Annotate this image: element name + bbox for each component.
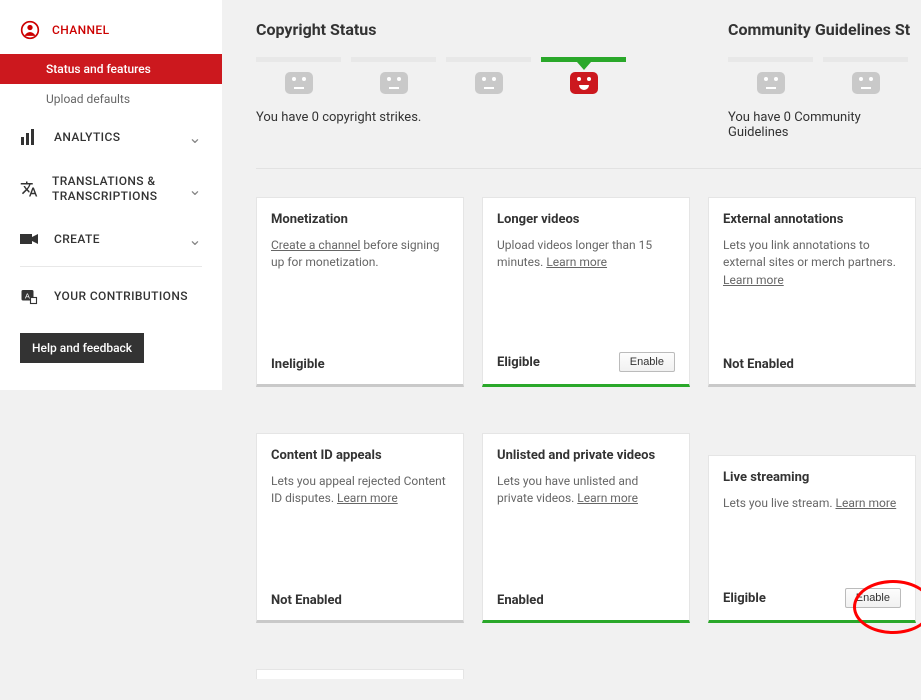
status-label: Not Enabled xyxy=(271,593,342,608)
sidebar-channel-label: CHANNEL xyxy=(52,23,110,37)
learn-more-link[interactable]: Learn more xyxy=(546,255,607,269)
status-label: Not Enabled xyxy=(723,357,794,372)
divider xyxy=(20,266,202,267)
analytics-icon xyxy=(20,128,40,146)
face-neutral-icon xyxy=(351,72,436,94)
card-desc: Lets you have unlisted and private video… xyxy=(497,473,675,508)
strike-bar xyxy=(446,57,531,62)
card-footer: Eligible Enable xyxy=(709,578,915,620)
copyright-status: Copyright Status You have 0 copyright st… xyxy=(256,20,728,140)
card-monetization: Monetization Create a channel before sig… xyxy=(256,197,464,387)
card-title: Content ID appeals xyxy=(271,448,449,463)
strike-bar-active xyxy=(541,57,626,62)
card-title: Longer videos xyxy=(497,212,675,227)
strike-bar xyxy=(728,57,813,62)
face-neutral-icon xyxy=(446,72,531,94)
strike-bar xyxy=(351,57,436,62)
create-channel-link[interactable]: Create a channel xyxy=(271,238,360,252)
status-label: Eligible xyxy=(497,355,540,370)
sidebar-item-analytics[interactable]: ANALYTICS ⌄ xyxy=(0,114,222,160)
sidebar-item-contributions[interactable]: A YOUR CONTRIBUTIONS xyxy=(0,273,222,319)
card-desc: Lets you appeal rejected Content ID disp… xyxy=(271,473,449,508)
card-footer: Not Enabled xyxy=(257,583,463,620)
person-icon xyxy=(20,20,40,40)
learn-more-link[interactable]: Learn more xyxy=(723,273,784,287)
community-status: Community Guidelines St You have 0 Commu… xyxy=(728,20,921,140)
card-footer: Ineligible xyxy=(257,347,463,384)
sidebar-channel-header[interactable]: CHANNEL xyxy=(0,14,222,54)
camera-icon xyxy=(20,232,40,246)
chevron-down-icon: ⌄ xyxy=(188,230,202,249)
community-text: You have 0 Community Guidelines xyxy=(728,110,921,140)
face-neutral-icon xyxy=(256,72,341,94)
translate-icon xyxy=(20,180,38,198)
card-external-annotations: External annotations Lets you link annot… xyxy=(708,197,916,387)
status-row: Copyright Status You have 0 copyright st… xyxy=(256,20,921,169)
card-placeholder xyxy=(256,669,464,679)
card-title: Monetization xyxy=(271,212,449,227)
card-footer: Not Enabled xyxy=(709,347,915,384)
enable-button[interactable]: Enable xyxy=(845,588,901,608)
card-desc: Lets you live stream. Learn more xyxy=(723,495,901,512)
sidebar-label-create: CREATE xyxy=(54,232,100,246)
card-unlisted-private: Unlisted and private videos Lets you hav… xyxy=(482,433,690,623)
card-footer: Eligible Enable xyxy=(483,342,689,384)
feature-row-3-partial xyxy=(256,669,921,679)
sidebar-item-upload-defaults[interactable]: Upload defaults xyxy=(0,84,222,114)
community-title: Community Guidelines St xyxy=(728,20,921,39)
card-footer: Enabled xyxy=(483,583,689,620)
help-feedback-button[interactable]: Help and feedback xyxy=(20,333,144,363)
card-desc: Create a channel before signing up for m… xyxy=(271,237,449,272)
face-neutral-icon xyxy=(728,72,813,94)
card-content-id-appeals: Content ID appeals Lets you appeal rejec… xyxy=(256,433,464,623)
card-live-streaming: Live streaming Lets you live stream. Lea… xyxy=(708,455,916,623)
card-title: Unlisted and private videos xyxy=(497,448,675,463)
sidebar-label-contributions: YOUR CONTRIBUTIONS xyxy=(54,289,188,303)
chevron-down-icon: ⌄ xyxy=(188,180,202,199)
copyright-bars xyxy=(256,57,728,62)
status-label: Ineligible xyxy=(271,357,325,372)
learn-more-link[interactable]: Learn more xyxy=(337,491,398,505)
sidebar-item-create[interactable]: CREATE ⌄ xyxy=(0,218,222,260)
copyright-faces xyxy=(256,72,728,94)
main-content: Copyright Status You have 0 copyright st… xyxy=(222,0,921,700)
sidebar: CHANNEL Status and features Upload defau… xyxy=(0,0,222,390)
sidebar-item-translations[interactable]: TRANSLATIONS & TRANSCRIPTIONS ⌄ xyxy=(0,160,222,218)
sidebar-label-translations: TRANSLATIONS & TRANSCRIPTIONS xyxy=(52,174,202,204)
strike-bar xyxy=(823,57,908,62)
community-faces xyxy=(728,72,921,94)
face-neutral-icon xyxy=(823,72,908,94)
enable-button[interactable]: Enable xyxy=(619,352,675,372)
sidebar-label-analytics: ANALYTICS xyxy=(54,130,120,144)
card-longer-videos: Longer videos Upload videos longer than … xyxy=(482,197,690,387)
strike-bar xyxy=(256,57,341,62)
card-desc: Upload videos longer than 15 minutes. Le… xyxy=(497,237,675,272)
learn-more-link[interactable]: Learn more xyxy=(836,496,897,510)
contribution-icon: A xyxy=(20,287,40,305)
svg-text:A: A xyxy=(25,291,30,300)
status-label: Enabled xyxy=(497,593,544,608)
card-title: Live streaming xyxy=(723,470,901,485)
chevron-down-icon: ⌄ xyxy=(188,128,202,147)
copyright-title: Copyright Status xyxy=(256,20,728,39)
face-happy-icon xyxy=(541,72,626,94)
feature-row-1: Monetization Create a channel before sig… xyxy=(256,197,921,387)
status-label: Eligible xyxy=(723,591,766,606)
community-bars xyxy=(728,57,921,62)
card-desc: Lets you link annotations to external si… xyxy=(723,237,901,289)
card-title: External annotations xyxy=(723,212,901,227)
sidebar-item-status-features[interactable]: Status and features xyxy=(0,54,222,84)
copyright-text: You have 0 copyright strikes. xyxy=(256,110,728,125)
feature-row-2: Content ID appeals Lets you appeal rejec… xyxy=(256,433,921,623)
learn-more-link[interactable]: Learn more xyxy=(577,491,638,505)
